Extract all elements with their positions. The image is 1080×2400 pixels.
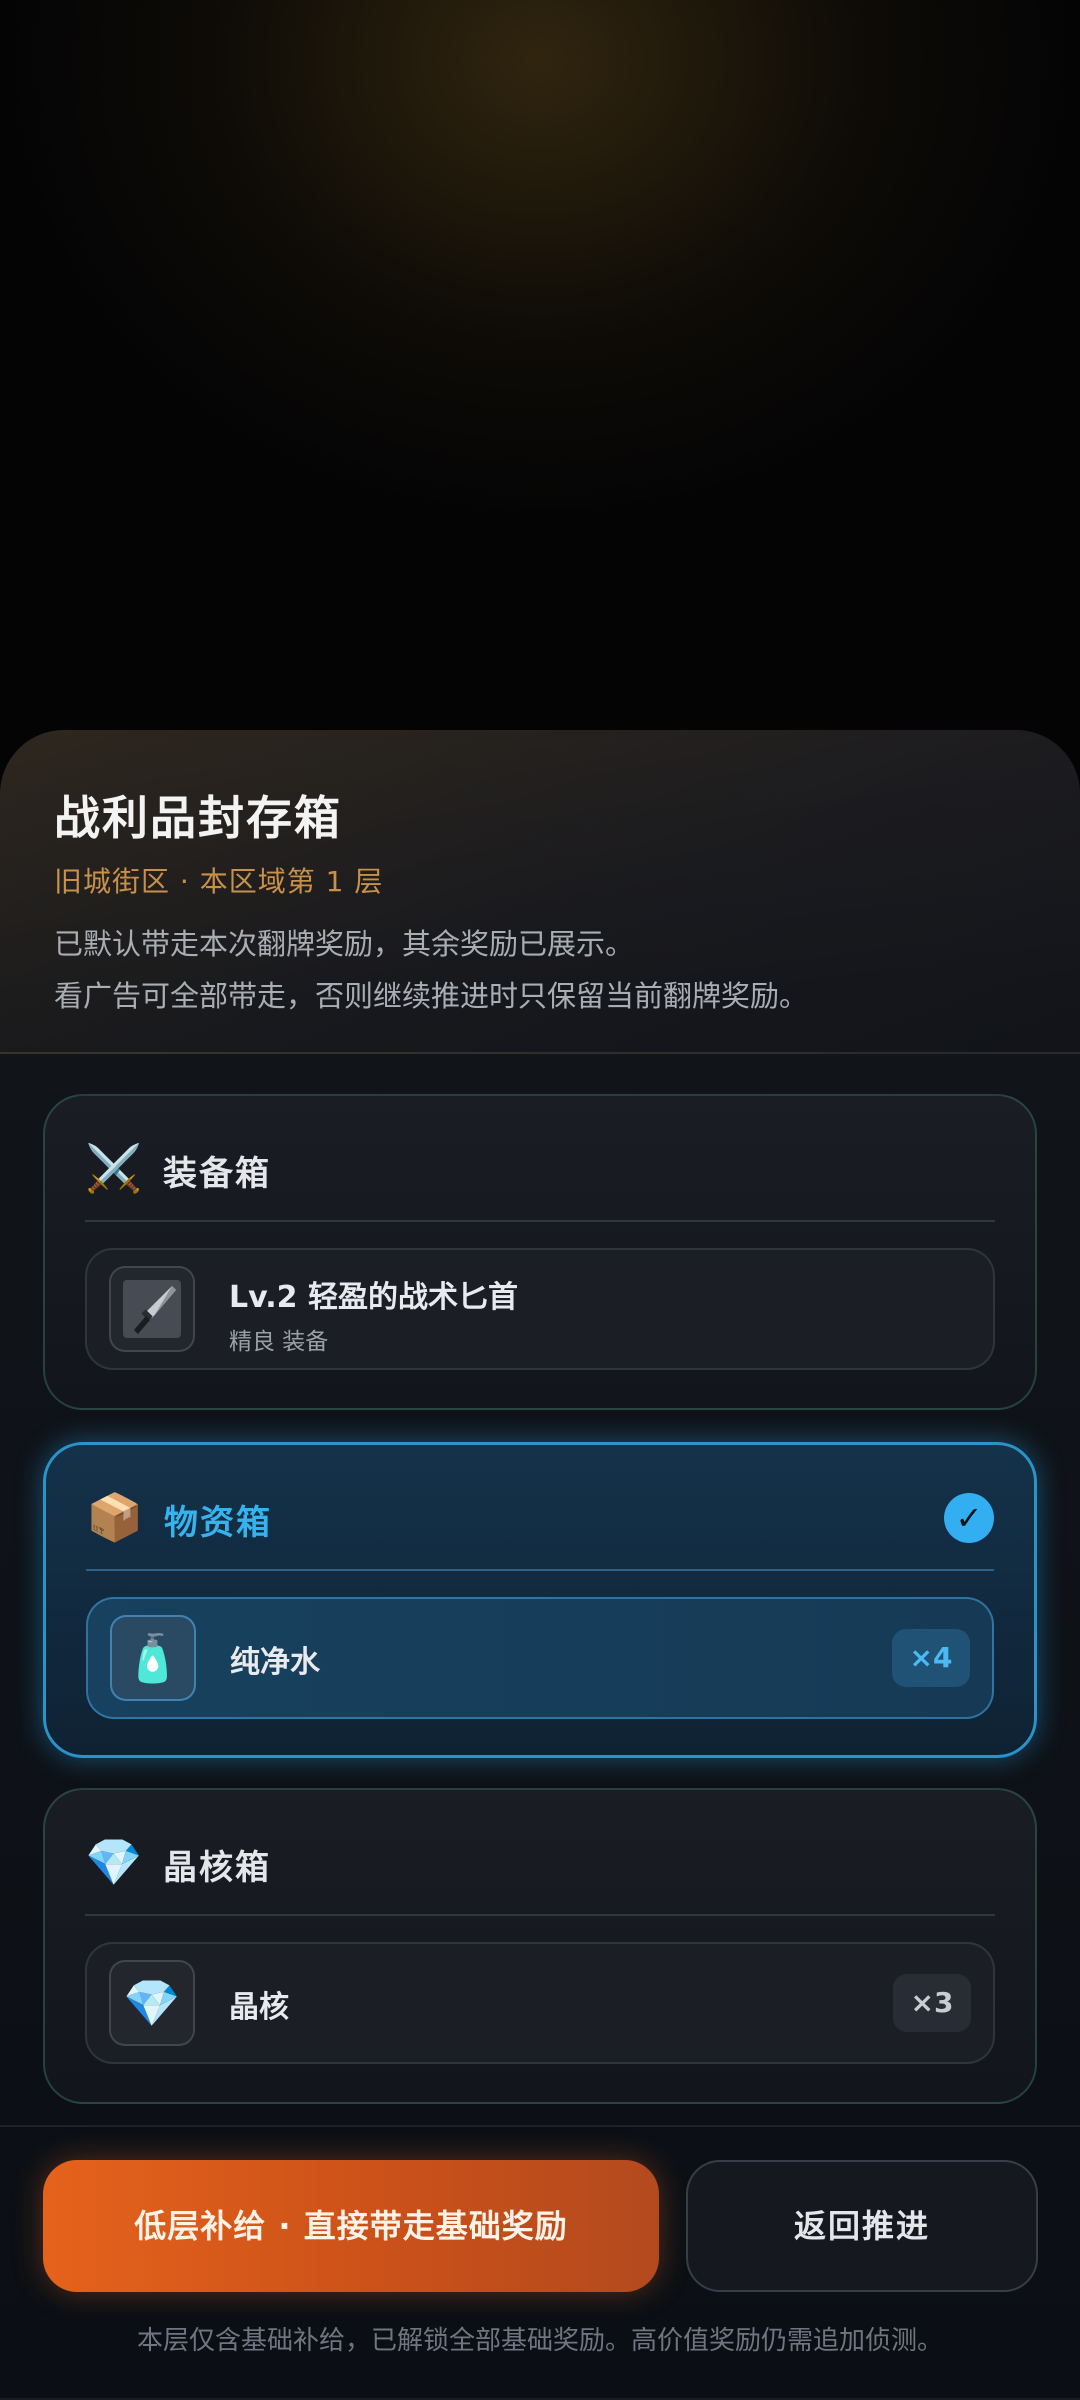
package-icon: 📦 [86, 1490, 144, 1544]
page-title: 战利品封存箱 [54, 791, 342, 845]
footer-divider [0, 2125, 1080, 2127]
loot-item[interactable]: Lv.2 轻盈的战术匕首 精良 装备 [85, 1248, 995, 1370]
knife-icon [134, 1286, 176, 1334]
item-quantity-badge: ×4 [892, 1629, 970, 1687]
box-header: 💎 晶核箱 [85, 1828, 995, 1892]
selected-check-icon: ✓ [944, 1493, 994, 1543]
box-header: 📦 物资箱 ✓ [86, 1483, 994, 1547]
item-name: 晶核 [229, 1990, 289, 2025]
description-line-1: 已默认带走本次翻牌奖励，其余奖励已展示。 [54, 927, 635, 961]
water-bottle-icon: 🧴 [110, 1615, 196, 1701]
return-advance-button[interactable]: 返回推进 [686, 2160, 1038, 2292]
gem-icon: 💎 [109, 1960, 195, 2046]
footnote: 本层仅含基础补给，已解锁全部基础奖励。高价值奖励仍需追加侦测。 [136, 2326, 943, 2356]
divider [86, 1569, 994, 1571]
box-title: 晶核箱 [163, 1848, 271, 1888]
loot-sheet: 战利品封存箱 旧城街区 · 本区域第 1 层 已默认带走本次翻牌奖励，其余奖励已… [0, 730, 1080, 2400]
location-subtitle: 旧城街区 · 本区域第 1 层 [54, 865, 384, 898]
description-line-2: 看广告可全部带走，否则继续推进时只保留当前翻牌奖励。 [54, 979, 809, 1013]
item-thumbnail [109, 1266, 195, 1352]
equipment-box[interactable]: ⚔️ 装备箱 Lv.2 轻盈的战术匕首 精良 装备 [43, 1094, 1037, 1410]
loot-item[interactable]: 💎 晶核 ×3 [85, 1942, 995, 2064]
item-name: Lv.2 轻盈的战术匕首 [229, 1280, 518, 1315]
item-quantity-badge: ×3 [893, 1974, 971, 2032]
description: 已默认带走本次翻牌奖励，其余奖励已展示。 看广告可全部带走，否则继续推进时只保留… [54, 918, 808, 1022]
crystal-box[interactable]: 💎 晶核箱 💎 晶核 ×3 [43, 1788, 1037, 2104]
gem-icon: 💎 [85, 1835, 143, 1889]
loot-item[interactable]: 🧴 纯净水 ×4 [86, 1597, 994, 1719]
take-basic-rewards-button[interactable]: 低层补给 · 直接带走基础奖励 [43, 2160, 659, 2292]
box-title: 物资箱 [164, 1503, 272, 1543]
item-rarity: 精良 装备 [229, 1329, 329, 1355]
box-header: ⚔️ 装备箱 [85, 1134, 995, 1198]
item-name: 纯净水 [230, 1645, 320, 1680]
crossed-swords-icon: ⚔️ [85, 1141, 143, 1195]
sheet-header: 战利品封存箱 旧城街区 · 本区域第 1 层 已默认带走本次翻牌奖励，其余奖励已… [0, 730, 1080, 1054]
divider [85, 1220, 995, 1222]
supply-box[interactable]: 📦 物资箱 ✓ 🧴 纯净水 ×4 [43, 1442, 1037, 1758]
box-title: 装备箱 [163, 1154, 271, 1194]
divider [85, 1914, 995, 1916]
